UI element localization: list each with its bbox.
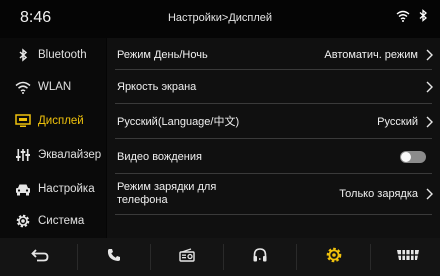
sidebar-item-system[interactable]: Система (0, 204, 106, 238)
divider (115, 103, 432, 104)
chevron-right-icon (426, 70, 433, 104)
sidebar: Bluetooth WLAN Дисплей Эквалайзер Настро… (0, 38, 106, 238)
settings-button[interactable] (312, 238, 356, 276)
row-label-line2: телефона (117, 194, 168, 206)
sidebar-item-label: WLAN (38, 81, 72, 93)
page-title: Настройки>Дисплей (167, 12, 273, 24)
phone-button[interactable] (92, 238, 136, 276)
back-button[interactable] (18, 238, 62, 276)
screen: 8:46 Настройки>Дисплей Bluetooth WLAN Ди… (0, 0, 440, 276)
settings-icon (325, 246, 343, 269)
sidebar-item-setup[interactable]: Настройка (0, 172, 106, 206)
radio-button[interactable] (165, 238, 209, 276)
radio-icon (179, 247, 195, 267)
language-row[interactable]: Русский(Language/中文) Русский (107, 105, 440, 139)
media-button[interactable] (238, 238, 282, 276)
wifi-status-icon (396, 9, 410, 27)
car-grille-icon (396, 248, 420, 266)
sidebar-item-label: Дисплей (38, 115, 84, 127)
driving-video-row[interactable]: Видео вождения (107, 140, 440, 174)
phone-charging-mode-row[interactable]: Режим зарядки для телефона Только зарядк… (107, 175, 440, 213)
sidebar-item-bluetooth[interactable]: Bluetooth (0, 38, 106, 72)
divider (115, 138, 432, 139)
display-icon (13, 112, 33, 130)
sidebar-item-equalizer[interactable]: Эквалайзер (0, 138, 106, 172)
dock-separator (296, 244, 297, 270)
sidebar-item-label: Система (38, 215, 85, 227)
sidebar-item-label: Настройка (38, 183, 95, 195)
bluetooth-status-icon (418, 9, 428, 27)
bottom-dock (0, 238, 440, 276)
dock-separator (150, 244, 151, 270)
back-icon (31, 248, 49, 267)
headphones-icon (252, 247, 268, 268)
chevron-right-icon (426, 38, 433, 72)
wifi-icon (13, 78, 33, 96)
gear-icon (13, 212, 33, 230)
screen-brightness-row[interactable]: Яркость экрана (107, 70, 440, 104)
row-value: Русский (377, 116, 418, 128)
sidebar-item-wlan[interactable]: WLAN (0, 70, 106, 104)
dock-separator (223, 244, 224, 270)
row-label: Яркость экрана (117, 80, 197, 93)
day-night-mode-row[interactable]: Режим День/Ночь Автоматич. режим (107, 38, 440, 72)
settings-panel: Режим День/Ночь Автоматич. режим Яркость… (107, 38, 440, 238)
chevron-right-icon (426, 175, 433, 213)
row-label-line1: Режим зарядки для (117, 181, 217, 193)
dock-separator (370, 244, 371, 270)
car-icon (13, 180, 33, 198)
row-label: Русский(Language/中文) (117, 115, 240, 128)
divider (115, 214, 432, 215)
equalizer-icon (13, 146, 33, 164)
sidebar-item-label: Bluetooth (38, 49, 87, 61)
divider (115, 173, 432, 174)
row-value: Только зарядка (339, 188, 418, 200)
vehicle-button[interactable] (386, 238, 430, 276)
row-value: Автоматич. режим (324, 49, 418, 61)
toggle-knob (401, 152, 411, 162)
driving-video-toggle[interactable] (400, 151, 426, 163)
sidebar-item-display[interactable]: Дисплей (0, 104, 106, 138)
bluetooth-icon (13, 46, 33, 64)
phone-icon (107, 248, 121, 267)
row-label: Режим зарядки для телефона (117, 175, 216, 213)
sidebar-item-label: Эквалайзер (38, 149, 102, 161)
row-label: Режим День/Ночь (117, 48, 208, 61)
chevron-right-icon (426, 105, 433, 139)
dock-separator (77, 244, 78, 270)
row-label: Видео вождения (117, 150, 202, 163)
status-bar: 8:46 Настройки>Дисплей (0, 0, 440, 38)
status-icons (396, 9, 428, 27)
